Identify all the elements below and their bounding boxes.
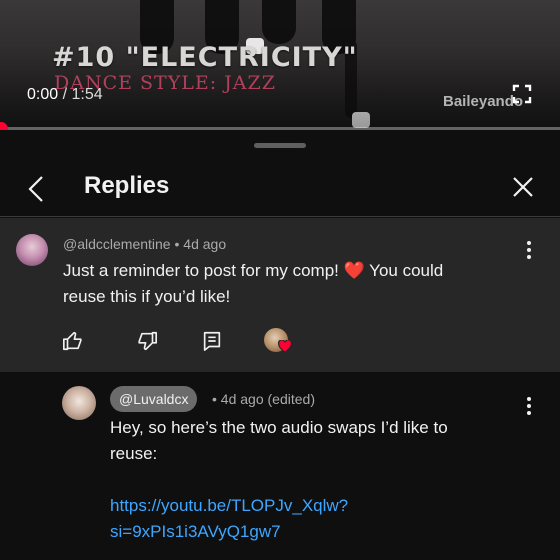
reply-button[interactable] — [201, 330, 225, 354]
replies-panel: Replies @aldcclementine • 4d ago Just a … — [0, 130, 560, 560]
meta-separator: • — [212, 391, 221, 407]
time-separator: / — [58, 86, 72, 103]
avatar[interactable] — [62, 386, 96, 420]
parent-comment: @aldcclementine • 4d ago Just a reminder… — [0, 218, 560, 372]
dislike-button[interactable] — [136, 330, 160, 354]
comment-meta: @aldcclementine • 4d ago — [63, 236, 226, 252]
fullscreen-icon — [512, 84, 532, 104]
page-title: Replies — [84, 172, 170, 199]
comment-menu-button[interactable] — [519, 394, 539, 416]
current-time: 0:00 — [27, 86, 59, 103]
comment-text: Hey, so here’s the two audio swaps I’d l… — [110, 415, 448, 545]
close-button[interactable] — [510, 174, 536, 200]
video-player[interactable]: #10 "ELECTRICITY" DANCE STYLE: JAZZ 0:00… — [0, 0, 560, 130]
comment-link[interactable]: https://youtu.be/TLOPJv_Xqlw? — [110, 493, 448, 519]
reply-comment: @Luvaldcx • 4d ago (edited) Hey, so here… — [0, 372, 560, 560]
comment-text-line: reuse: — [110, 444, 158, 463]
comment-text-line: Just a reminder to post for my comp! ❤️ … — [63, 261, 444, 280]
comment-author[interactable]: @aldcclementine — [63, 236, 171, 252]
author-chip[interactable]: @Luvaldcx — [110, 386, 198, 412]
drag-handle[interactable] — [254, 143, 306, 148]
dislike-icon — [138, 331, 157, 351]
duration: 1:54 — [71, 86, 103, 103]
like-button[interactable] — [62, 330, 86, 354]
comment-meta: • 4d ago (edited) — [212, 391, 315, 407]
replies-header: Replies — [0, 160, 560, 217]
comment-menu-button[interactable] — [519, 238, 539, 260]
comment-time: 4d ago (edited) — [220, 391, 315, 407]
avatar[interactable] — [16, 234, 48, 266]
meta-separator: • — [170, 236, 184, 252]
video-time: 0:00 / 1:54 — [27, 86, 103, 104]
heart-icon — [278, 340, 292, 353]
comment-time: 4d ago — [183, 236, 227, 252]
fullscreen-button[interactable] — [512, 84, 532, 104]
reply-icon — [203, 331, 221, 351]
comment-text-line: Hey, so here’s the two audio swaps I’d l… — [110, 418, 448, 437]
comment-text-line: reuse this if you’d like! — [63, 287, 231, 306]
comment-link[interactable]: si=9xPIs1i3AVyQ1gw7 — [110, 519, 448, 545]
comment-text: Just a reminder to post for my comp! ❤️ … — [63, 258, 443, 310]
creator-heart-badge — [264, 328, 294, 356]
like-icon — [63, 331, 82, 351]
chevron-left-icon — [28, 176, 43, 202]
back-button[interactable] — [24, 174, 50, 204]
close-icon — [513, 177, 533, 197]
video-title-overlay: #10 "ELECTRICITY" — [52, 42, 358, 73]
